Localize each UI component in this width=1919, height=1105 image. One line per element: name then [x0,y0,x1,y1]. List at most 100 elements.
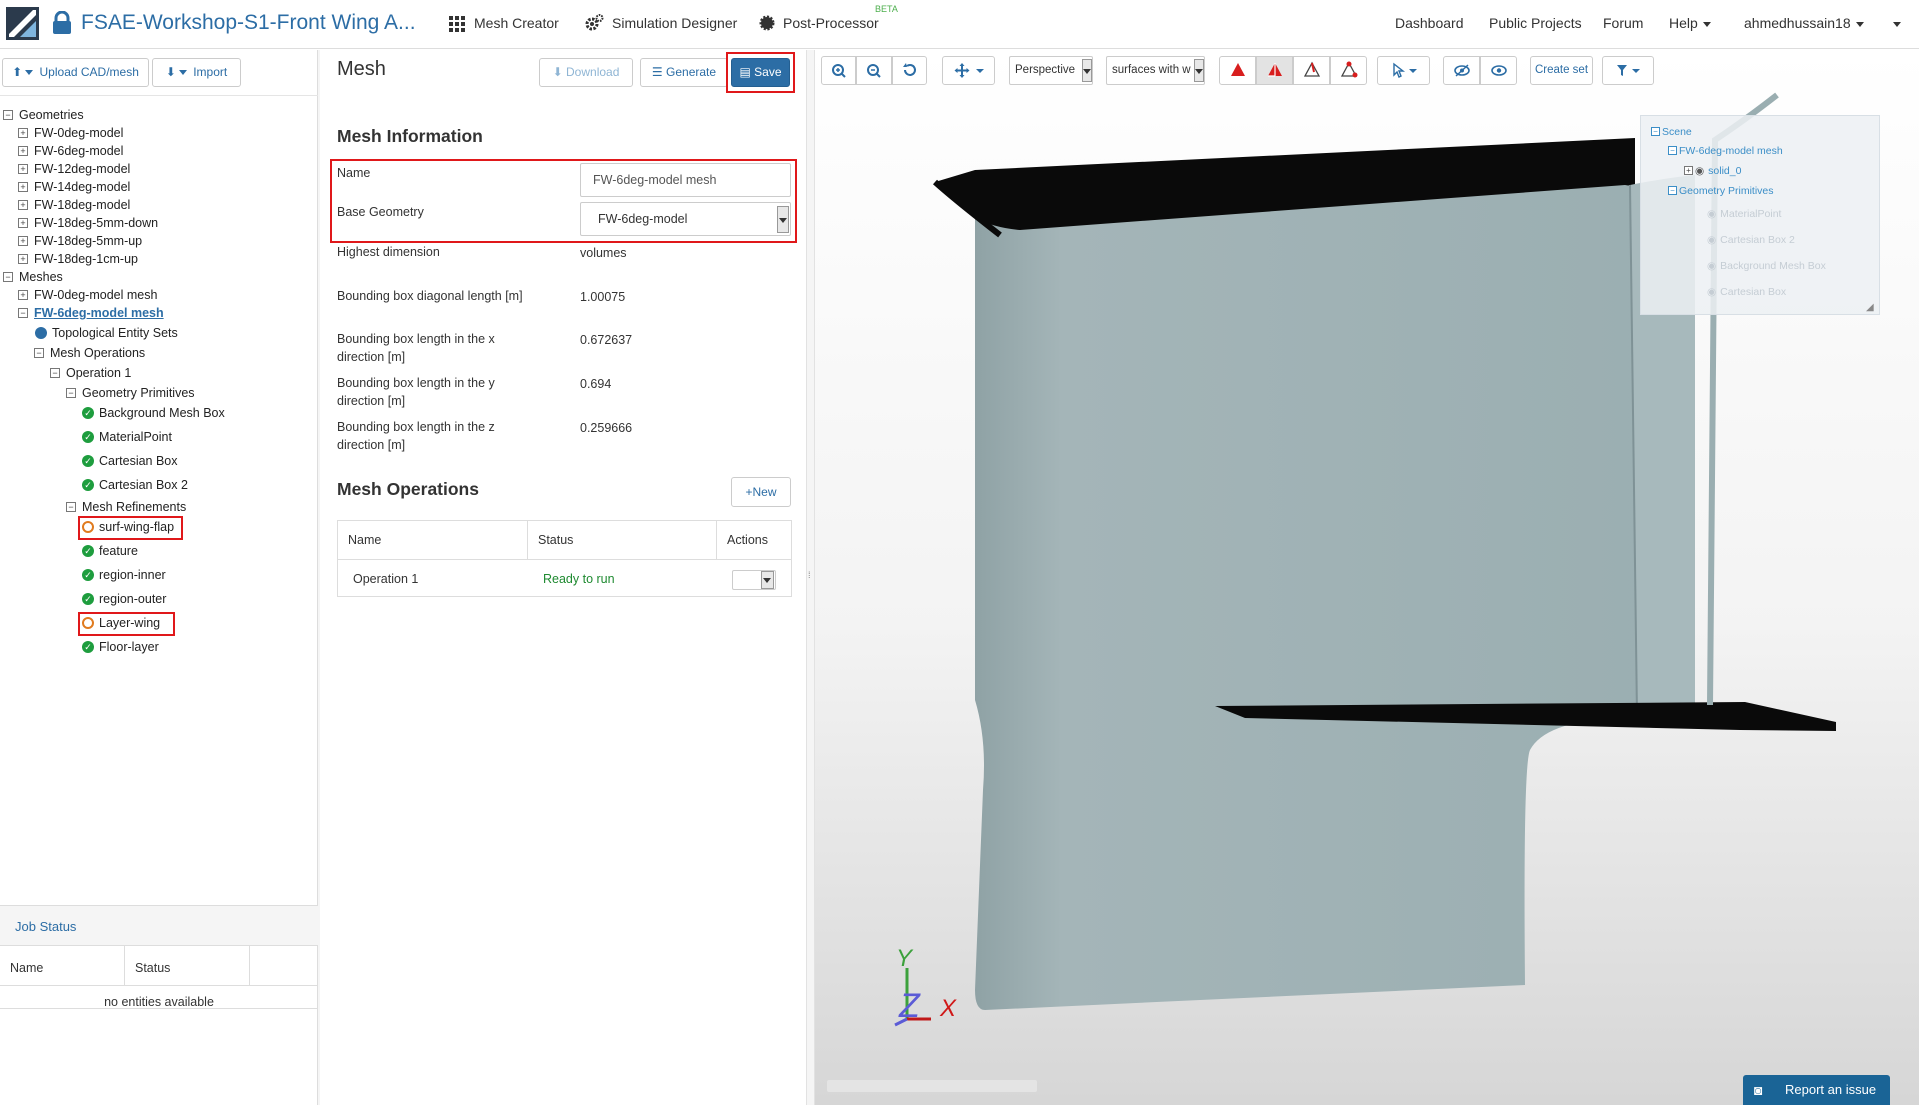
create-set-button[interactable]: Create set [1530,56,1593,85]
tree-meshes[interactable]: − Meshes [3,268,63,286]
nav-forum[interactable]: Forum [1603,15,1643,31]
pan-mode-button[interactable] [942,56,995,85]
collapse-icon[interactable]: − [50,367,60,378]
tree-topological-sets[interactable]: Topological Entity Sets [35,324,178,342]
collapse-icon[interactable]: − [66,387,76,398]
collapse-icon[interactable]: − [18,307,28,318]
filter-button[interactable] [1602,56,1654,85]
select-faces-button[interactable] [1256,56,1293,85]
nav-public-projects[interactable]: Public Projects [1489,15,1582,31]
simscale-logo[interactable] [6,7,39,40]
tree-primitive[interactable]: ✓ Background Mesh Box [82,404,225,422]
eye-icon[interactable]: ◉ [1707,234,1716,246]
report-issue-button[interactable]: ◙ Report an issue [1743,1075,1890,1105]
bbox-z-value: 0.259666 [580,421,633,435]
expand-icon[interactable]: + [18,253,28,264]
tree-geometry-item[interactable]: + FW-18deg-1cm-up [18,250,138,268]
download-button[interactable]: ⬇ Download [539,58,633,87]
eye-icon[interactable]: ◉ [1707,208,1716,220]
tree-primitive[interactable]: ✓ Cartesian Box [82,452,178,470]
render-mode-select[interactable]: surfaces with w [1106,56,1205,85]
scene-root[interactable]: − Scene [1651,126,1692,138]
nav-mesh-creator[interactable]: Mesh Creator [474,15,559,31]
tree-primitive[interactable]: ✓ Cartesian Box 2 [82,476,188,494]
upload-cad-button[interactable]: ⬆ Upload CAD/mesh [2,58,149,87]
chevron-down-icon[interactable] [761,571,774,589]
collapse-icon[interactable]: − [1668,145,1677,155]
collapse-icon[interactable]: − [3,271,13,282]
horizontal-scrollbar[interactable] [827,1080,1037,1092]
select-vertices-button[interactable] [1330,56,1367,85]
zoom-in-button[interactable] [821,56,856,85]
scene-primitive-item[interactable]: ◉ MaterialPoint [1707,208,1781,220]
import-button[interactable]: ⬇ Import [152,58,241,87]
tree-mesh-item[interactable]: + FW-0deg-model mesh [18,286,157,304]
expand-icon[interactable]: + [18,235,28,246]
scene-mesh[interactable]: − FW-6deg-model mesh [1668,145,1783,157]
user-menu[interactable]: ahmedhussain18 [1744,15,1864,31]
collapse-icon[interactable]: − [34,347,44,358]
expand-icon[interactable]: + [18,127,28,138]
tree-geometry-item[interactable]: + FW-6deg-model [18,142,123,160]
scene-primitive-item[interactable]: ◉ Cartesian Box [1707,286,1786,298]
reset-view-button[interactable] [892,56,927,85]
tree-mesh-operations[interactable]: − Mesh Operations [34,344,145,362]
scene-solid[interactable]: + ◉ solid_0 [1684,165,1741,177]
collapse-icon[interactable]: − [1668,185,1677,195]
tree-operation-1[interactable]: − Operation 1 [50,364,131,382]
nav-help[interactable]: Help [1669,15,1711,31]
expand-icon[interactable]: + [18,199,28,210]
scene-primitives[interactable]: − Geometry Primitives [1668,185,1774,197]
splitter-handle-icon[interactable]: ⁞ [808,570,811,580]
select-edges-button[interactable] [1293,56,1330,85]
job-empty-text: no entities available [104,995,214,1009]
eye-icon[interactable]: ◉ [1707,286,1716,298]
eye-icon[interactable]: ◉ [1707,260,1716,272]
eye-icon[interactable]: ◉ [1695,165,1704,177]
expand-icon[interactable]: + [1684,165,1693,175]
operation-name[interactable]: Operation 1 [353,572,418,586]
project-title[interactable]: FSAE-Workshop-S1-Front Wing A... [81,11,416,35]
tree-refinement[interactable]: ✓ region-outer [82,590,166,608]
tree-geometry-item[interactable]: + FW-18deg-5mm-down [18,214,158,232]
select-volumes-button[interactable] [1219,56,1256,85]
tree-geometry-item[interactable]: + FW-18deg-5mm-up [18,232,142,250]
collapse-icon[interactable]: − [3,109,13,120]
tree-mesh-item-selected[interactable]: − FW-6deg-model mesh [18,304,164,322]
new-operation-button[interactable]: +New [731,477,791,507]
scene-primitive-item[interactable]: ◉ Cartesian Box 2 [1707,234,1795,246]
tree-geometry-item[interactable]: + FW-12deg-model [18,160,130,178]
scene-primitive-item[interactable]: ◉ Background Mesh Box [1707,260,1826,272]
nav-dashboard[interactable]: Dashboard [1395,15,1464,31]
generate-button[interactable]: ☰ Generate [640,58,728,87]
resize-handle-icon[interactable]: ◢ [1866,302,1874,313]
tree-refinement[interactable]: ✓ Floor-layer [82,638,159,656]
tree-geometry-item[interactable]: + FW-18deg-model [18,196,130,214]
expand-icon[interactable]: + [18,145,28,156]
collapse-icon[interactable]: − [66,501,76,512]
projection-select[interactable]: Perspective [1009,56,1093,85]
more-menu[interactable] [1888,15,1901,31]
nav-post-processor[interactable]: Post-Processor [783,15,879,31]
tree-refinement[interactable]: ✓ region-inner [82,566,166,584]
expand-icon[interactable]: + [18,181,28,192]
show-all-button[interactable] [1480,56,1517,85]
expand-icon[interactable]: + [18,163,28,174]
tree-geometry-item[interactable]: + FW-0deg-model [18,124,123,142]
tree-geometries[interactable]: − Geometries [3,106,84,124]
tree-refinement[interactable]: ✓ feature [82,542,138,560]
selection-mode-button[interactable] [1377,56,1430,85]
select-arrow-icon[interactable] [1194,59,1204,82]
expand-icon[interactable]: + [18,289,28,300]
tree-primitive[interactable]: ✓ MaterialPoint [82,428,172,446]
collapse-icon[interactable]: − [1651,126,1660,136]
scene-label: MaterialPoint [1720,208,1782,220]
tree-geometry-item[interactable]: + FW-14deg-model [18,178,130,196]
hide-selection-button[interactable] [1443,56,1480,85]
expand-icon[interactable]: + [18,217,28,228]
tree-mesh-refinements[interactable]: − Mesh Refinements [66,498,186,516]
tree-geometry-primitives[interactable]: − Geometry Primitives [66,384,195,402]
nav-simulation-designer[interactable]: Simulation Designer [612,15,737,31]
zoom-out-button[interactable] [856,56,892,85]
select-arrow-icon[interactable] [1082,59,1092,82]
